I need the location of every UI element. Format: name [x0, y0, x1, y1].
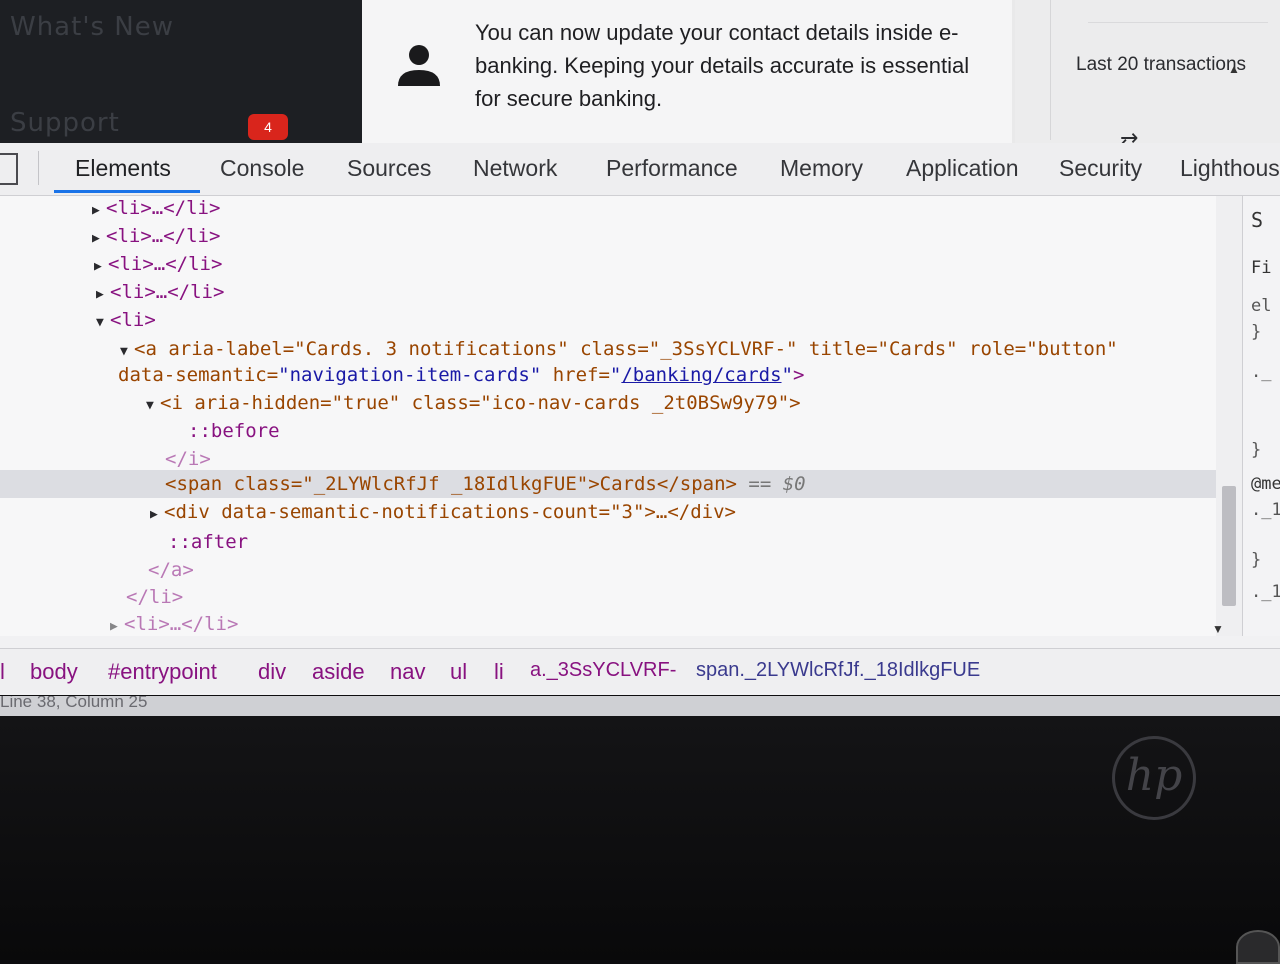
dom-node-span-selected[interactable]: <span class="_2LYWlcRfJf _18IdlkgFUE">Ca… — [0, 470, 1216, 498]
dom-node-text: <a aria-label="Cards. 3 notifications" c… — [134, 338, 1118, 360]
attr-name: data-semantic= — [118, 364, 279, 386]
tab-separator — [38, 151, 39, 185]
selected-node-marker: == $0 — [748, 473, 806, 495]
breadcrumb-item[interactable]: body — [30, 659, 78, 685]
pseudo-element: ::before — [188, 420, 280, 442]
breadcrumb-item[interactable]: #entrypoint — [108, 659, 217, 685]
dom-scrollbar-thumb[interactable] — [1222, 486, 1236, 606]
expand-triangle-icon[interactable]: ▶ — [110, 613, 124, 636]
cursor-position: Line 38, Column 25 — [0, 696, 148, 711]
dom-node-li-open[interactable]: ▼ <li> — [0, 306, 1216, 334]
expand-triangle-icon[interactable]: ▶ — [94, 253, 108, 281]
dom-node-li-close[interactable]: </li> — [0, 583, 1216, 611]
breadcrumb-item-current[interactable]: span._2LYWlcRfJf._18IdlkgFUE — [696, 659, 980, 682]
style-rule: ._1 — [1251, 582, 1280, 602]
expand-triangle-icon[interactable]: ▶ — [92, 197, 106, 225]
attr-name: href= — [541, 364, 610, 386]
dom-node-li[interactable]: ▶ <li>…</li> — [0, 196, 1216, 222]
breadcrumb-item[interactable]: l — [0, 659, 5, 685]
last-transactions-link[interactable]: Last 20 transactions — [1076, 54, 1246, 76]
panel-divider — [1050, 0, 1051, 140]
laptop-bezel — [0, 716, 1280, 960]
collapse-triangle-icon[interactable]: ▼ — [96, 309, 110, 337]
nav-item-whats-new[interactable]: What's New — [10, 12, 174, 42]
filter-input[interactable]: Fi — [1251, 258, 1271, 278]
tab-application[interactable]: Application — [906, 155, 1019, 182]
scroll-up-arrow-icon[interactable]: ▲ — [1228, 62, 1240, 76]
breadcrumb: l body #entrypoint div aside nav ul li a… — [0, 648, 1280, 693]
dom-node-text: <li>…</li> — [124, 613, 239, 635]
dom-node-text: <i aria-hidden="true" class="ico-nav-car… — [160, 392, 801, 414]
dom-node-text: <span class="_2LYWlcRfJf _18IdlkgFUE">Ca… — [165, 473, 737, 495]
media-rule: @me — [1251, 474, 1280, 494]
expand-triangle-icon[interactable]: ▶ — [92, 225, 106, 253]
person-icon — [398, 45, 440, 86]
style-rule: el — [1251, 296, 1272, 316]
tab-sources[interactable]: Sources — [347, 155, 431, 182]
dom-node-a-open[interactable]: ▼ <a aria-label="Cards. 3 notifications" … — [0, 335, 1216, 363]
dom-node-text: <li>…</li> — [108, 253, 223, 275]
breadcrumb-item[interactable]: a._3SsYCLVRF- — [530, 659, 676, 682]
tab-console[interactable]: Console — [220, 155, 304, 182]
collapse-triangle-icon[interactable]: ▼ — [146, 392, 160, 420]
panel-rule — [1088, 22, 1268, 23]
dom-node-text: <li>…</li> — [110, 281, 225, 303]
dom-node-text: <div data-semantic-notifications-count="… — [164, 501, 736, 523]
dom-node-before[interactable]: ::before — [0, 417, 1216, 445]
bezel-corner — [1236, 930, 1280, 964]
scroll-down-arrow-icon[interactable]: ▼ — [1212, 622, 1224, 636]
tab-security[interactable]: Security — [1059, 155, 1142, 182]
dom-node-li[interactable]: ▶ <li>…</li> — [0, 278, 1216, 306]
tab-lighthouse[interactable]: Lighthouse — [1180, 155, 1280, 182]
breadcrumb-item[interactable]: div — [258, 659, 286, 685]
style-rule: } — [1251, 322, 1262, 342]
dom-node-i-open[interactable]: ▼ <i aria-hidden="true" class="ico-nav-ca… — [0, 389, 1216, 417]
breadcrumb-item[interactable]: aside — [312, 659, 365, 685]
devtools-tab-bar: Elements Console Sources Network Perform… — [0, 143, 1280, 196]
dom-tree[interactable]: ▶ <li>…</li> ▶ <li>…</li> ▶ <li>…</li> ▶ <li… — [0, 196, 1216, 636]
pseudo-element: ::after — [168, 531, 249, 553]
tab-elements[interactable]: Elements — [75, 155, 171, 182]
dom-node-after[interactable]: ::after — [0, 528, 1216, 556]
dom-node-li[interactable]: ▶ <li>…</li> — [0, 250, 1216, 278]
expand-triangle-icon[interactable]: ▶ — [96, 281, 110, 309]
notice-text: You can now update your contact details … — [475, 20, 970, 111]
tab-performance[interactable]: Performance — [606, 155, 738, 182]
dom-node-text: <li>…</li> — [106, 225, 221, 247]
style-rule: } — [1251, 550, 1262, 570]
dom-node-text: <li> — [110, 309, 156, 331]
tab-memory[interactable]: Memory — [780, 155, 863, 182]
attr-value: "navigation-item-cards" — [278, 364, 542, 386]
dom-node-li[interactable]: ▶ <li>…</li> — [0, 610, 1216, 636]
dom-node-li[interactable]: ▶ <li>…</li> — [0, 222, 1216, 250]
dom-node-a-attrs[interactable]: data-semantic="navigation-item-cards" hr… — [0, 361, 1216, 389]
expand-triangle-icon[interactable]: ▶ — [150, 501, 164, 529]
style-rule: } — [1251, 440, 1262, 460]
dom-node-a-close[interactable]: </a> — [0, 556, 1216, 584]
style-rule: ._1 — [1251, 500, 1280, 520]
breadcrumb-item[interactable]: nav — [390, 659, 425, 685]
devtools-panel: Elements Console Sources Network Perform… — [0, 143, 1280, 695]
breadcrumb-item[interactable]: ul — [450, 659, 467, 685]
dom-node-i-close[interactable]: </i> — [0, 445, 1216, 473]
tab-network[interactable]: Network — [473, 155, 557, 182]
left-navigation: What's New Support 4 — [0, 0, 362, 145]
status-bar: Line 38, Column 25 — [0, 696, 1280, 716]
styles-pane: S Fi el } ._ } @me ._1 } ._1 — [1242, 196, 1280, 636]
styles-tab[interactable]: S — [1251, 208, 1263, 232]
dock-side-icon[interactable] — [0, 153, 18, 185]
href-link[interactable]: /banking/cards — [621, 364, 781, 386]
dom-node-text: </i> — [165, 448, 211, 470]
dom-node-div[interactable]: ▶ <div data-semantic-notifications-count=… — [0, 498, 1216, 526]
style-rule: ._ — [1251, 362, 1272, 382]
breadcrumb-item[interactable]: li — [494, 659, 504, 685]
support-notification-badge: 4 — [248, 114, 288, 140]
hp-logo: hp — [1112, 736, 1196, 820]
dom-node-text: </li> — [126, 586, 184, 608]
active-tab-indicator — [54, 190, 200, 193]
banking-page: What's New Support 4 You can now update … — [0, 0, 1280, 153]
dom-node-text: <li>…</li> — [106, 197, 221, 219]
dom-node-text: </a> — [148, 559, 194, 581]
nav-item-support[interactable]: Support — [10, 108, 120, 138]
